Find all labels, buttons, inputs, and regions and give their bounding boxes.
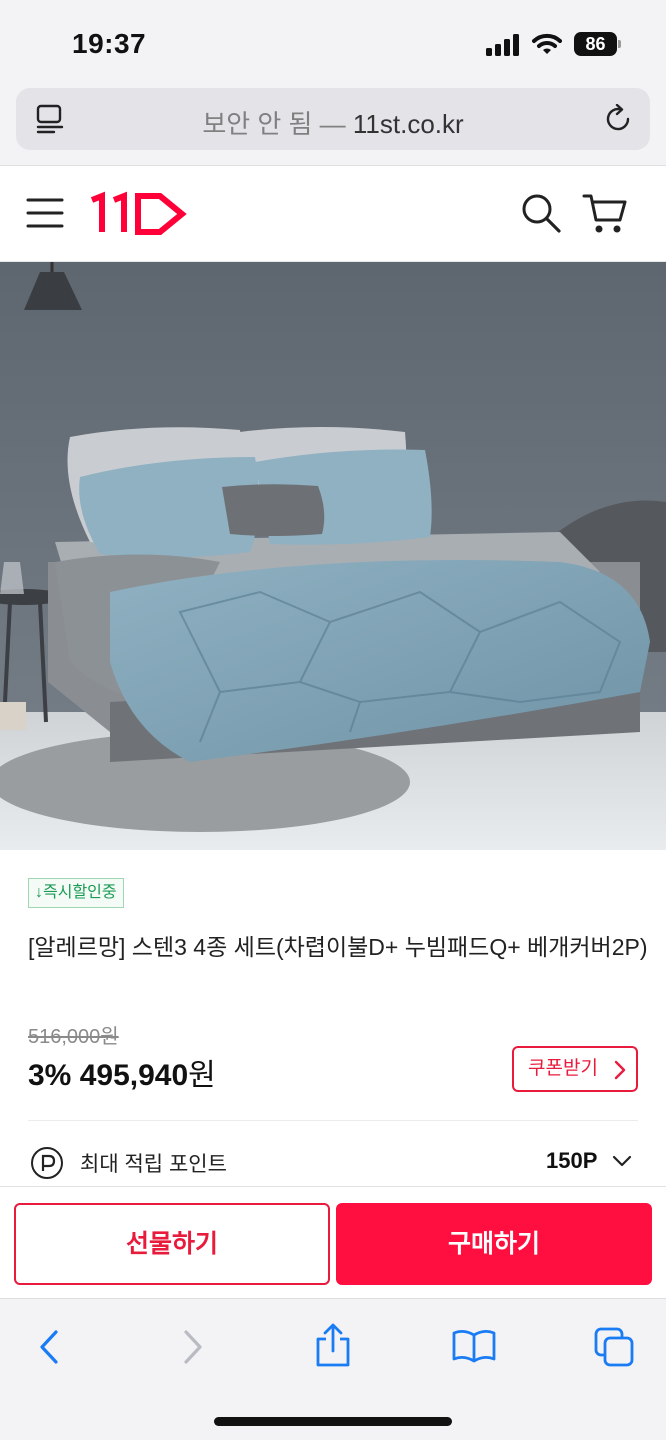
menu-icon[interactable] — [26, 196, 64, 230]
forward-icon[interactable] — [180, 1329, 206, 1365]
instant-discount-badge: ↓즉시할인중 — [28, 878, 124, 908]
point-icon — [31, 1147, 63, 1179]
search-icon[interactable] — [520, 192, 562, 234]
purchase-action-bar: 선물하기 구매하기 — [0, 1186, 666, 1298]
point-label: 최대 적립 포인트 — [80, 1153, 227, 1176]
status-bar: 19:37 86 — [0, 0, 666, 80]
coupon-label: 쿠폰받기 — [528, 1058, 598, 1079]
buy-button[interactable]: 구매하기 — [336, 1203, 652, 1285]
site-logo[interactable]: 11 — [90, 188, 190, 238]
price-row: 3% 495,940원 — [28, 1050, 216, 1094]
chevron-down-icon[interactable] — [612, 1154, 632, 1168]
back-icon[interactable] — [36, 1329, 62, 1365]
share-icon[interactable] — [314, 1323, 352, 1367]
product-image[interactable] — [0, 262, 666, 850]
url-text[interactable]: 보안 안 됨 — 11st.co.kr — [16, 104, 650, 141]
tabs-icon[interactable] — [594, 1327, 634, 1367]
currency: 원 — [188, 1059, 216, 1092]
address-bar[interactable]: 보안 안 됨 — 11st.co.kr — [16, 88, 650, 150]
reload-icon[interactable] — [604, 104, 634, 134]
bedroom-illustration — [0, 262, 666, 850]
divider — [28, 1120, 638, 1121]
coupon-button[interactable]: 쿠폰받기 — [512, 1046, 638, 1092]
sale-price: 495,940 — [79, 1059, 189, 1092]
browser-address-area: 보안 안 됨 — 11st.co.kr — [0, 80, 666, 166]
home-indicator — [214, 1417, 452, 1426]
battery-level: 86 — [585, 34, 606, 54]
url-security-label: 보안 안 됨 — — [202, 109, 353, 139]
wifi-icon — [532, 33, 562, 54]
status-time: 19:37 — [72, 28, 147, 59]
browser-toolbar — [0, 1298, 666, 1440]
bookmarks-icon[interactable] — [452, 1329, 496, 1363]
gift-button[interactable]: 선물하기 — [14, 1203, 330, 1285]
url-domain: 11st.co.kr — [352, 109, 464, 139]
point-value[interactable]: 150P — [546, 1148, 597, 1174]
cart-icon[interactable] — [582, 192, 628, 236]
product-title: [알레르망] 스텐3 4종 세트(차렵이불D+ 누빔패드Q+ 베개커버2P) — [28, 934, 648, 960]
discount-rate: 3% — [28, 1059, 72, 1092]
logo-mark — [90, 191, 187, 235]
chevron-right-icon — [614, 1060, 626, 1080]
signal-icon — [486, 34, 519, 56]
original-price: 516,000원 — [28, 1026, 119, 1048]
site-header: 11 — [0, 166, 666, 262]
battery-icon: 86 — [574, 32, 622, 56]
